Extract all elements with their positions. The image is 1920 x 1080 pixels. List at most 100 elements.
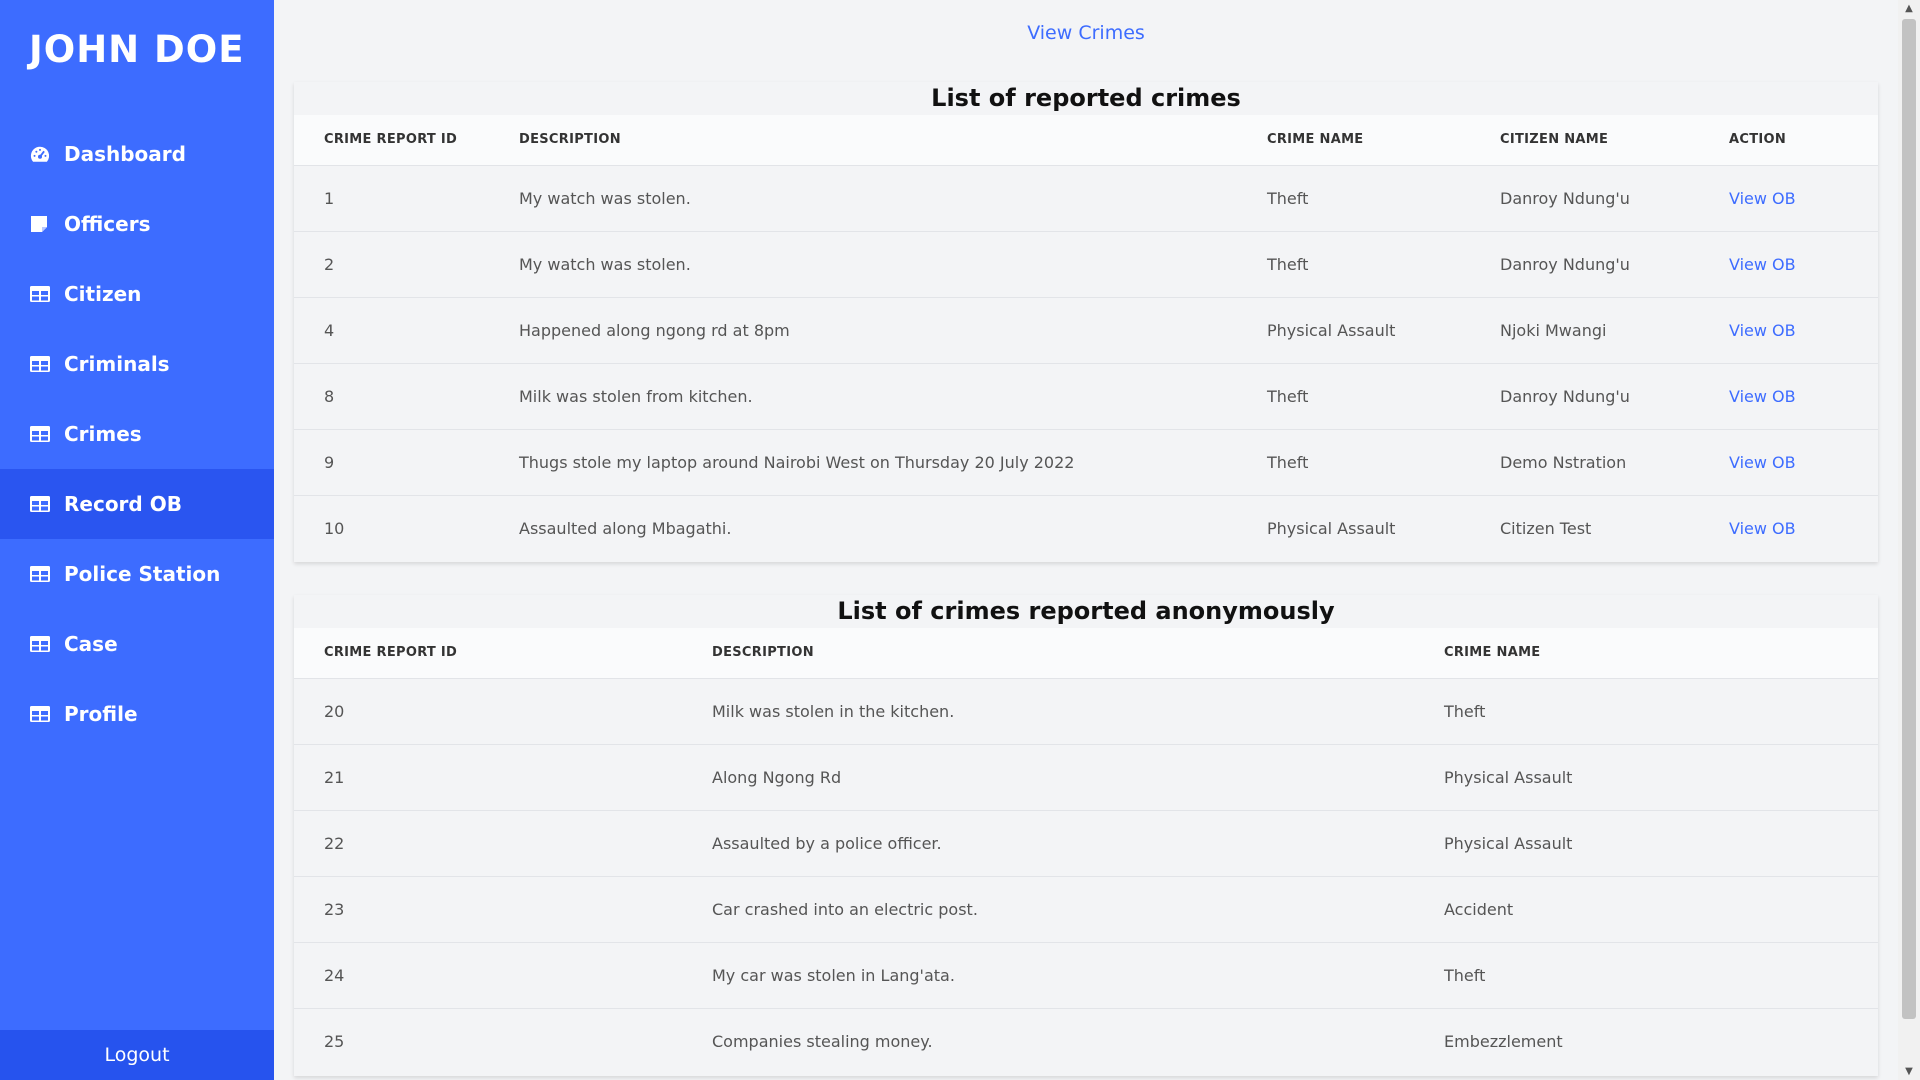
column-header: DESCRIPTION bbox=[519, 132, 621, 148]
crime-report-id: 23 bbox=[324, 899, 345, 919]
citizen-name: Danroy Ndung'u bbox=[1500, 386, 1630, 406]
table-row: 1 My watch was stolen. Theft Danroy Ndung'u… bbox=[294, 165, 1878, 231]
table-cell: My car was stolen in Lang'ata. bbox=[712, 942, 1444, 1008]
scroll-up-arrow-icon[interactable]: ▲ bbox=[1898, 0, 1920, 17]
sidebar-item-label: Profile bbox=[64, 702, 138, 726]
crime-name: Theft bbox=[1267, 452, 1309, 472]
table-cell: View OB bbox=[1729, 429, 1878, 495]
crime-description: Happened along ngong rd at 8pm bbox=[519, 320, 790, 340]
table-cell: Demo Nstration bbox=[1500, 429, 1729, 495]
column-header: DESCRIPTION bbox=[712, 645, 814, 661]
crime-name: Physical Assault bbox=[1444, 767, 1573, 787]
table-cell: Physical Assault bbox=[1267, 495, 1500, 561]
table-cell: 23 bbox=[294, 876, 712, 942]
sidebar-item-dashboard[interactable]: Dashboard bbox=[0, 119, 274, 189]
table-cell: Danroy Ndung'u bbox=[1500, 231, 1729, 297]
column-header: CRIME NAME bbox=[1444, 645, 1541, 661]
sidebar-item-label: Officers bbox=[64, 212, 151, 236]
table-cell: View OB bbox=[1729, 297, 1878, 363]
column-header: CRIME REPORT ID bbox=[324, 645, 458, 661]
table-row: 21 Along Ngong Rd Physical Assault bbox=[294, 744, 1878, 810]
column-header: CRIME NAME bbox=[1267, 132, 1364, 148]
crime-name: Theft bbox=[1444, 701, 1486, 721]
crime-report-id: 22 bbox=[324, 833, 345, 853]
table-icon bbox=[29, 424, 51, 444]
table-icon bbox=[29, 494, 51, 514]
reported-crimes-table: CRIME REPORT ID DESCRIPTION CRIME NAME C… bbox=[294, 115, 1878, 561]
table-row: 4 Happened along ngong rd at 8pm Physical … bbox=[294, 297, 1878, 363]
sidebar-item-case[interactable]: Case bbox=[0, 609, 274, 679]
logout-button[interactable]: Logout bbox=[0, 1030, 274, 1080]
column-header: CITIZEN NAME bbox=[1500, 132, 1609, 148]
table-cell: 21 bbox=[294, 744, 712, 810]
anonymous-crimes-title: List of crimes reported anonymously bbox=[837, 597, 1335, 625]
table-cell: Accident bbox=[1444, 876, 1878, 942]
table-cell: Danroy Ndung'u bbox=[1500, 363, 1729, 429]
crime-report-id: 20 bbox=[324, 701, 345, 721]
crime-name: Theft bbox=[1267, 386, 1309, 406]
crime-description: Milk was stolen in the kitchen. bbox=[712, 701, 955, 721]
table-icon bbox=[29, 354, 51, 374]
table-cell: Embezzlement bbox=[1444, 1008, 1878, 1074]
table-cell: 9 bbox=[294, 429, 519, 495]
crime-name: Theft bbox=[1267, 254, 1309, 274]
citizen-name: Demo Nstration bbox=[1500, 452, 1627, 472]
crime-name: Physical Assault bbox=[1267, 320, 1396, 340]
sidebar-item-profile[interactable]: Profile bbox=[0, 679, 274, 749]
table-cell: View OB bbox=[1729, 231, 1878, 297]
table-cell: Milk was stolen in the kitchen. bbox=[712, 678, 1444, 744]
scrollbar[interactable]: ▲ ▼ bbox=[1898, 0, 1920, 1080]
citizen-name: Danroy Ndung'u bbox=[1500, 188, 1630, 208]
crime-description: Thugs stole my laptop around Nairobi Wes… bbox=[519, 452, 1075, 472]
view-ob-link[interactable]: View OB bbox=[1729, 453, 1796, 472]
view-ob-link[interactable]: View OB bbox=[1729, 255, 1796, 274]
sidebar-item-criminals[interactable]: Criminals bbox=[0, 329, 274, 399]
table-cell: Citizen Test bbox=[1500, 495, 1729, 561]
table-cell: Theft bbox=[1444, 678, 1878, 744]
table-cell: Theft bbox=[1267, 231, 1500, 297]
sidebar-item-police-station[interactable]: Police Station bbox=[0, 539, 274, 609]
sidebar-item-label: Case bbox=[64, 632, 118, 656]
crime-report-id: 1 bbox=[324, 188, 335, 208]
table-row: 23 Car crashed into an electric post. Acci… bbox=[294, 876, 1878, 942]
table-icon bbox=[29, 284, 51, 304]
view-ob-link[interactable]: View OB bbox=[1729, 519, 1796, 538]
column-header: CRIME REPORT ID bbox=[324, 132, 458, 148]
table-cell: 22 bbox=[294, 810, 712, 876]
crime-name: Physical Assault bbox=[1267, 518, 1396, 538]
table-cell: Danroy Ndung'u bbox=[1500, 165, 1729, 231]
table-cell: View OB bbox=[1729, 495, 1878, 561]
table-row: 10 Assaulted along Mbagathi. Physical Assa… bbox=[294, 495, 1878, 561]
sidebar-item-citizen[interactable]: Citizen bbox=[0, 259, 274, 329]
table-cell: Assaulted along Mbagathi. bbox=[519, 495, 1267, 561]
view-crimes-link[interactable]: View Crimes bbox=[274, 22, 1898, 44]
table-icon bbox=[29, 634, 51, 654]
view-ob-link[interactable]: View OB bbox=[1729, 387, 1796, 406]
view-ob-link[interactable]: View OB bbox=[1729, 321, 1796, 340]
crime-description: Companies stealing money. bbox=[712, 1031, 933, 1051]
view-ob-link[interactable]: View OB bbox=[1729, 189, 1796, 208]
table-cell: Assaulted by a police officer. bbox=[712, 810, 1444, 876]
crime-report-id: 25 bbox=[324, 1031, 345, 1051]
scroll-down-arrow-icon[interactable]: ▼ bbox=[1898, 1063, 1920, 1080]
table-cell: 25 bbox=[294, 1008, 712, 1074]
table-cell: Car crashed into an electric post. bbox=[712, 876, 1444, 942]
sidebar-item-crimes[interactable]: Crimes bbox=[0, 399, 274, 469]
crime-report-id: 9 bbox=[324, 452, 335, 472]
anonymous-crimes-card: List of crimes reported anonymously CRIM… bbox=[294, 595, 1878, 1076]
reported-crimes-title: List of reported crimes bbox=[931, 84, 1241, 112]
crime-report-id: 4 bbox=[324, 320, 335, 340]
scrollbar-thumb[interactable] bbox=[1902, 19, 1916, 1019]
sidebar-item-officers[interactable]: Officers bbox=[0, 189, 274, 259]
table-cell: 20 bbox=[294, 678, 712, 744]
table-cell: Njoki Mwangi bbox=[1500, 297, 1729, 363]
sidebar-item-label: Crimes bbox=[64, 422, 142, 446]
crime-description: My car was stolen in Lang'ata. bbox=[712, 965, 955, 985]
table-cell: Companies stealing money. bbox=[712, 1008, 1444, 1074]
sidebar-item-record-ob[interactable]: Record OB bbox=[0, 469, 274, 539]
crime-description: Car crashed into an electric post. bbox=[712, 899, 978, 919]
table-cell: 4 bbox=[294, 297, 519, 363]
crime-report-id: 21 bbox=[324, 767, 345, 787]
crime-description: Along Ngong Rd bbox=[712, 767, 842, 787]
table-cell: My watch was stolen. bbox=[519, 165, 1267, 231]
